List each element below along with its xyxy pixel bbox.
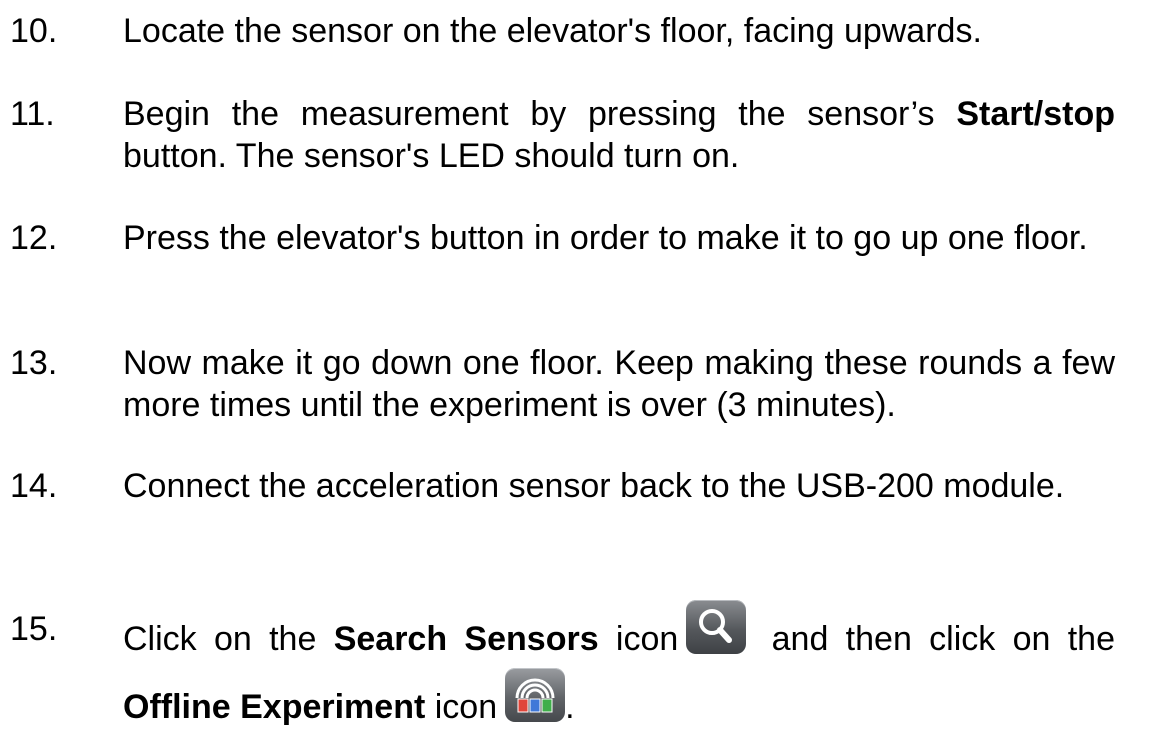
step-number: 15.: [10, 610, 58, 648]
step-text: Connect the acceleration sensor back to …: [123, 467, 1065, 505]
start-stop-label: Start/stop: [956, 95, 1115, 133]
search-icon[interactable]: [686, 600, 747, 654]
step-text-part: .: [565, 688, 575, 726]
step-number: 11.: [10, 95, 55, 133]
step-text-part: icon: [598, 620, 679, 658]
step-text: Press the elevator's button in order to …: [123, 219, 1088, 257]
search-sensors-label: Search Sensors: [333, 620, 599, 658]
step-text: Now make it go down one floor. Keep maki…: [123, 344, 1115, 424]
step-text: Click on the Search Sensors icon and the…: [123, 600, 1115, 736]
step-15-line-2: Offline Experiment icon.: [123, 668, 1115, 736]
step-15-line-1: Click on the Search Sensors icon and the…: [123, 600, 1115, 668]
offline-experiment-label: Offline Experiment: [123, 688, 426, 726]
step-number: 14.: [10, 467, 58, 505]
offline-experiment-icon[interactable]: [505, 668, 566, 722]
step-text-part: Begin the measurement by pressing the se…: [123, 95, 957, 133]
step-text-part: button. The sensor's LED should turn on.: [123, 137, 740, 175]
step-text-part: and then click on the: [754, 620, 1115, 658]
step-number: 12.: [10, 219, 58, 257]
step-text: Begin the measurement by pressing the se…: [123, 93, 1115, 177]
step-number: 10.: [10, 12, 58, 50]
step-text-part: icon: [425, 688, 498, 726]
step-number: 13.: [10, 344, 58, 382]
step-text-part: Click on the: [123, 620, 334, 658]
step-text: Locate the sensor on the elevator's floo…: [123, 12, 982, 50]
